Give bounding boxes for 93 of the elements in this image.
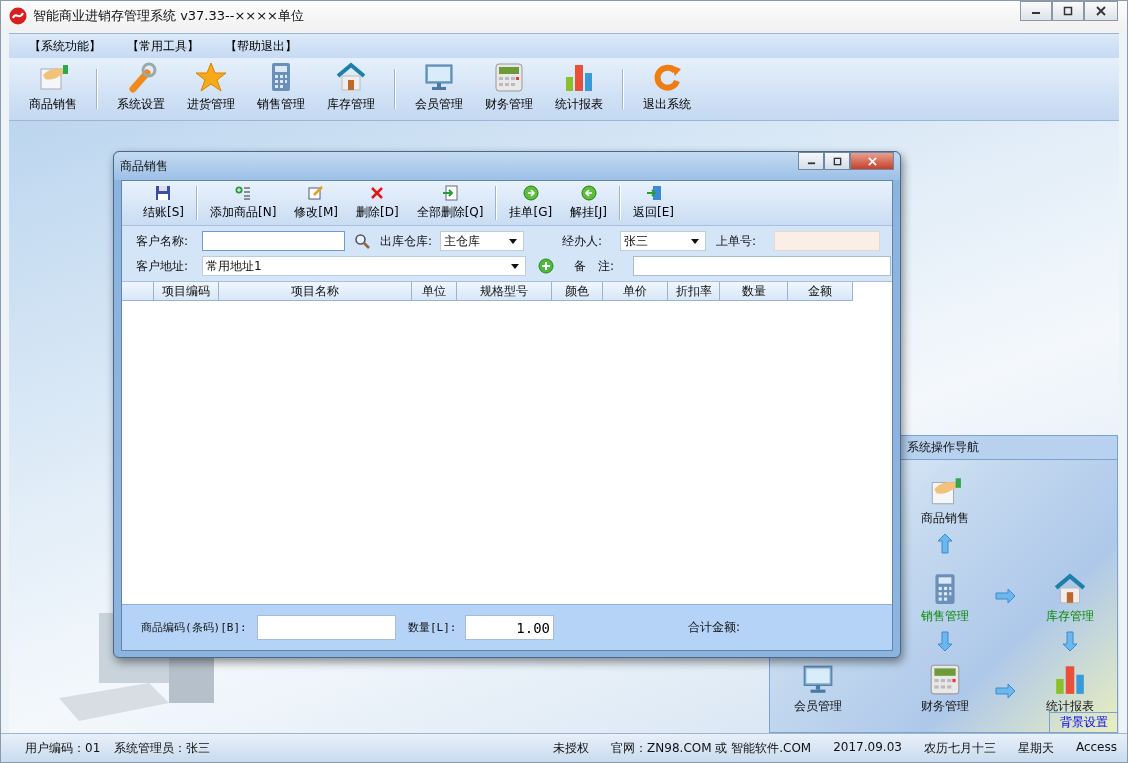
caret-icon [509,238,517,244]
caret-icon [511,263,519,269]
toolbar-button[interactable]: 修改[M] [285,183,348,223]
dialog-title: 商品销售 [120,157,168,175]
status-text: 农历七月十三 [923,739,996,757]
edit-icon [308,185,325,201]
field-label: 商品编码(条码)[B]: [141,620,248,635]
toolbar-button[interactable]: 销售管理 [246,61,316,117]
barcode-field[interactable] [257,615,396,640]
field-label: 出库仓库: [380,232,434,250]
dropdown[interactable]: 主仓库 [440,231,524,251]
toolbar-button[interactable]: 删除[D] [347,183,408,223]
status-text: Access [1075,739,1117,756]
field-label: 客户名称: [136,232,190,250]
close-icon [867,156,877,166]
app-logo-icon [9,7,27,25]
restore-icon [832,156,842,166]
customer-name-field[interactable] [202,231,345,251]
cross-icon [369,185,386,201]
field-label: 备 注: [574,257,616,275]
field-label: 经办人: [562,232,604,250]
status-text: 未授权 [553,739,590,757]
toolbar-button[interactable]: 商品销售 [18,61,88,117]
field-label: 上单号: [716,232,758,250]
right-arrow-circle-icon [522,185,539,201]
calculator-icon [493,61,525,93]
arrow-icon [1060,631,1080,651]
toolbar-button[interactable]: 解挂[J] [561,183,617,223]
caret-icon [691,238,699,244]
export-icon [442,185,459,201]
arrow-icon [995,681,1015,701]
restore-icon [1063,6,1073,16]
status-text: 用户编码：01 [25,739,101,757]
menu-item[interactable]: 【系统功能】 [27,37,103,55]
field-label: 客户地址: [136,257,190,275]
dropdown[interactable]: 张三 [620,231,706,251]
toolbar-button[interactable]: 退出系统 [632,61,702,117]
toolbar-button[interactable]: 结账[S] [134,183,193,223]
arrow-icon [935,534,955,554]
column-header[interactable]: 折扣率 [668,282,720,301]
column-header[interactable]: 项目编码 [154,282,219,301]
toolbar-button[interactable]: 库存管理 [316,61,386,117]
toolbar-button[interactable]: 进货管理 [176,61,246,117]
background-settings-link[interactable]: 背景设置 [1049,712,1117,732]
arrow-icon [935,631,955,651]
toolbar-button[interactable]: 挂单[G] [500,183,562,223]
window-title: 智能商业进销存管理系统 v37.33--××××单位 [33,7,304,25]
dropdown[interactable]: 常用地址1 [202,256,526,276]
toolbar-button[interactable]: 会员管理 [404,61,474,117]
calculator-icon [928,662,962,696]
nav-item[interactable]: 会员管理 [778,662,858,715]
column-header[interactable]: 数量 [720,282,788,301]
column-header[interactable]: 单位 [412,282,457,301]
house-icon [335,61,367,93]
remark-field[interactable] [633,256,891,276]
column-header[interactable]: 项目名称 [219,282,412,301]
status-text: 官网：ZN98.COM 或 智能软件.COM [611,739,812,757]
star-icon [195,61,227,93]
plus-circle-icon[interactable] [538,258,554,274]
toolbar-button[interactable]: 全部删除[Q] [407,183,493,223]
toolbar-button[interactable]: 返回[E] [624,183,683,223]
field-label: 合计金额: [688,619,741,636]
field-label: 数量[L]: [408,620,458,635]
close-button[interactable] [1084,1,1118,21]
status-text: 2017.09.03 [833,739,902,756]
restore-button[interactable] [824,152,850,170]
close-icon [1096,6,1106,16]
column-header[interactable]: 颜色 [552,282,603,301]
add-row-icon [235,185,252,201]
house-icon [1053,572,1087,606]
door-exit-icon [645,185,662,201]
monitor-icon [423,61,455,93]
toolbar-button[interactable]: 财务管理 [474,61,544,117]
menu-item[interactable]: 【帮助退出】 [223,37,299,55]
status-text: 系统管理员：张三 [114,739,211,757]
column-header[interactable]: 单价 [603,282,668,301]
toolbar-button[interactable]: 系统设置 [106,61,176,117]
nav-item[interactable]: 财务管理 [905,662,985,715]
nav-item[interactable]: 商品销售 [905,474,985,527]
left-arrow-circle-icon [580,185,597,201]
column-header[interactable]: 规格型号 [457,282,552,301]
search-icon[interactable] [354,233,370,249]
minimize-button[interactable] [1020,1,1052,21]
menu-item[interactable]: 【常用工具】 [125,37,201,55]
arrow-icon [995,586,1015,606]
toolbar-button[interactable]: 统计报表 [544,61,614,117]
nav-item[interactable]: 统计报表 [1030,662,1110,715]
status-text: 星期天 [1017,739,1054,757]
quantity-field[interactable]: 1.00 [465,615,554,640]
restore-button[interactable] [1052,1,1084,21]
previous-order-field[interactable] [774,231,880,251]
column-header[interactable]: 金额 [788,282,853,301]
toolbar-button[interactable]: 添加商品[N] [201,183,286,223]
